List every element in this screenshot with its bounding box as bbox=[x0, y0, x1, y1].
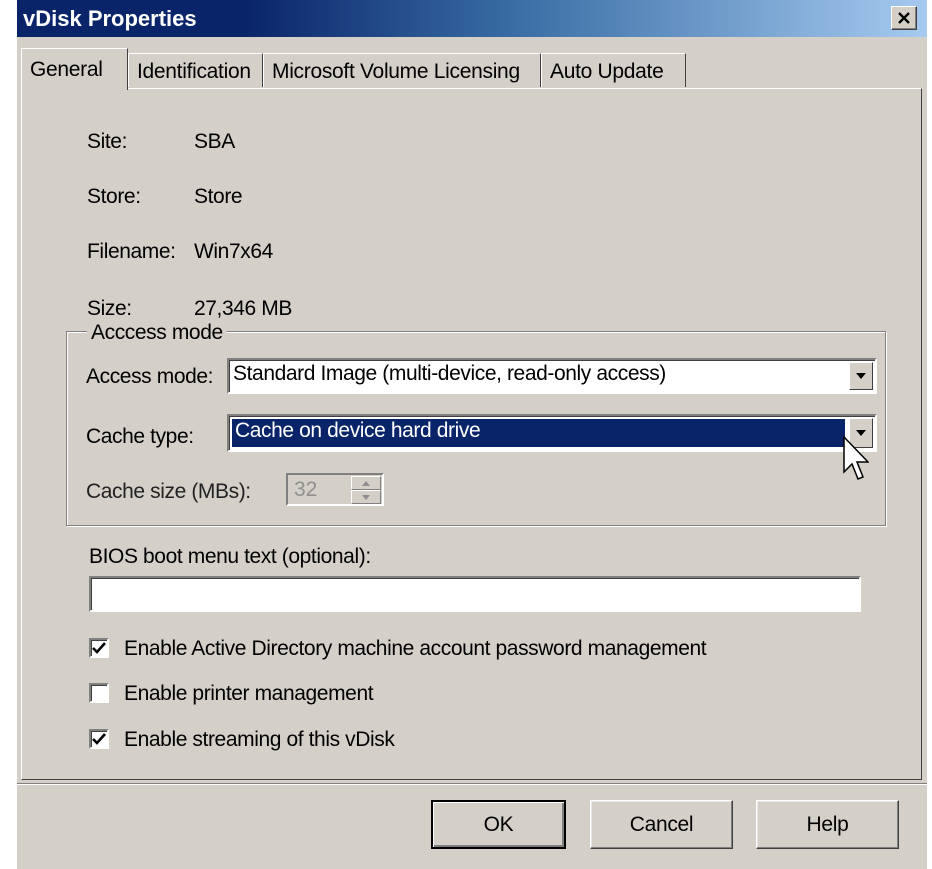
cache-size-stepper[interactable]: 32 bbox=[286, 473, 384, 506]
tab-identification[interactable]: Identification bbox=[128, 53, 263, 87]
access-mode-group-legend: Acccess mode bbox=[87, 321, 227, 345]
cancel-button-label: Cancel bbox=[629, 812, 694, 836]
tab-mvl-label: Microsoft Volume Licensing bbox=[272, 60, 520, 83]
cache-type-dropdown[interactable]: Cache on device hard drive bbox=[227, 414, 877, 452]
filename-label: Filename: bbox=[87, 240, 176, 263]
cache-size-value: 32 bbox=[294, 478, 318, 501]
tab-auto-update-label: Auto Update bbox=[550, 60, 664, 83]
tab-strip: General Identification Microsoft Volume … bbox=[17, 40, 927, 94]
size-label: Size: bbox=[87, 297, 132, 320]
tab-auto-update[interactable]: Auto Update bbox=[541, 53, 686, 87]
enable-streaming-label: Enable streaming of this vDisk bbox=[124, 728, 395, 751]
access-mode-label: Access mode: bbox=[86, 365, 214, 388]
bios-boot-menu-label: BIOS boot menu text (optional): bbox=[89, 545, 371, 568]
ad-password-management-checkbox[interactable] bbox=[89, 638, 109, 658]
close-icon bbox=[898, 12, 910, 24]
chevron-down-icon bbox=[856, 373, 866, 379]
access-mode-dropdown[interactable]: Standard Image (multi-device, read-only … bbox=[227, 358, 877, 394]
enable-streaming-checkbox[interactable] bbox=[89, 729, 109, 749]
cancel-button[interactable]: Cancel bbox=[590, 800, 733, 849]
size-value: 27,346 MB bbox=[194, 297, 292, 320]
chevron-up-icon bbox=[362, 480, 370, 486]
title-bar[interactable]: vDisk Properties bbox=[17, 0, 927, 37]
cache-size-decrement-button[interactable] bbox=[351, 490, 381, 504]
access-mode-value: Standard Image (multi-device, read-only … bbox=[233, 362, 666, 385]
chevron-down-icon bbox=[362, 494, 370, 500]
window-title: vDisk Properties bbox=[23, 6, 197, 31]
checkmark-icon bbox=[92, 642, 106, 654]
help-button[interactable]: Help bbox=[756, 800, 899, 849]
site-value: SBA bbox=[194, 130, 235, 153]
footer-separator-highlight bbox=[17, 784, 927, 785]
cache-type-value: Cache on device hard drive bbox=[232, 419, 845, 447]
bios-boot-menu-text-input[interactable] bbox=[89, 576, 861, 612]
vdisk-properties-dialog: vDisk Properties General Identification … bbox=[17, 0, 927, 869]
cache-type-label: Cache type: bbox=[86, 425, 194, 448]
store-label: Store: bbox=[87, 185, 141, 208]
store-value: Store bbox=[194, 185, 243, 208]
tab-identification-label: Identification bbox=[137, 60, 251, 83]
ok-button-label: OK bbox=[483, 812, 514, 836]
help-button-label: Help bbox=[806, 812, 849, 836]
mouse-pointer-icon bbox=[843, 436, 869, 480]
tab-general-label: General bbox=[30, 58, 103, 81]
cache-size-label: Cache size (MBs): bbox=[86, 480, 251, 503]
tab-microsoft-volume-licensing[interactable]: Microsoft Volume Licensing bbox=[263, 53, 541, 87]
checkmark-icon bbox=[92, 733, 106, 745]
filename-value: Win7x64 bbox=[194, 240, 273, 263]
ok-button[interactable]: OK bbox=[431, 800, 566, 849]
close-button[interactable] bbox=[891, 6, 917, 30]
tab-general[interactable]: General bbox=[21, 48, 128, 90]
access-mode-dropdown-button[interactable] bbox=[849, 362, 873, 390]
printer-management-label: Enable printer management bbox=[124, 682, 374, 705]
cache-size-increment-button[interactable] bbox=[351, 476, 381, 490]
ad-password-management-label: Enable Active Directory machine account … bbox=[124, 637, 707, 660]
cache-size-spin-buttons bbox=[351, 476, 381, 504]
printer-management-checkbox[interactable] bbox=[89, 683, 109, 703]
site-label: Site: bbox=[87, 130, 128, 153]
